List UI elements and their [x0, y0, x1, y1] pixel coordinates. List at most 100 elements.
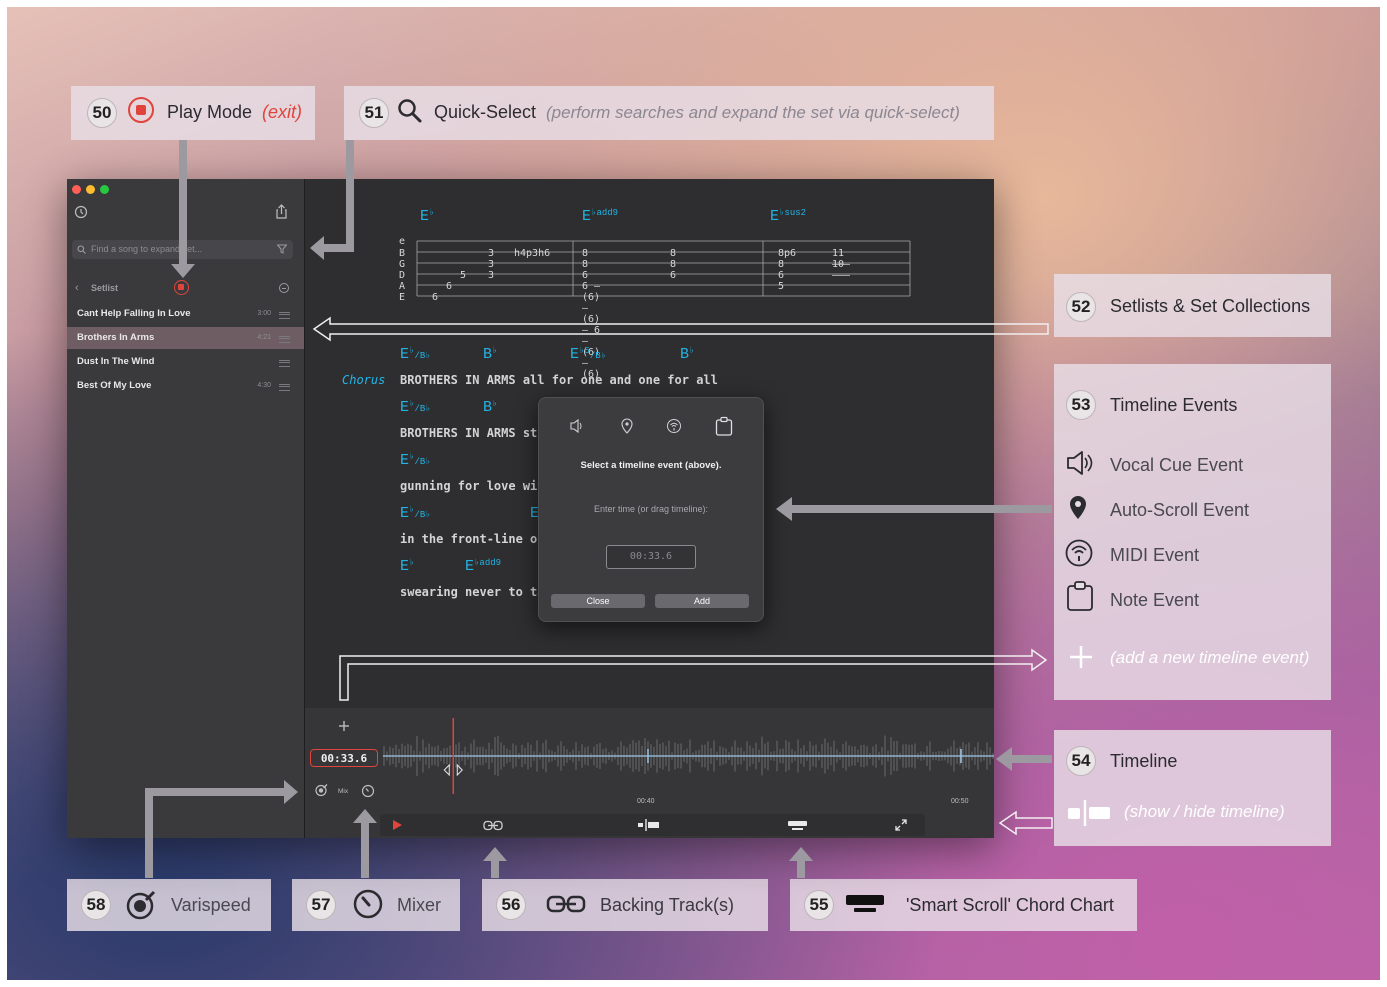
close-button[interactable]: Close — [551, 594, 645, 608]
drag-handle-icon[interactable] — [279, 384, 290, 391]
tab-chord: E♭ — [420, 208, 435, 225]
tab-chord: E♭add9 — [582, 208, 619, 225]
event-label-midi: MIDI Event — [1110, 545, 1200, 565]
mix-label: Mix — [338, 788, 349, 795]
callout-number: 56 — [496, 890, 526, 920]
varispeed-icon[interactable] — [314, 783, 328, 797]
auto-scroll-pin-icon[interactable] — [620, 418, 634, 434]
back-chevron-icon[interactable]: ‹ — [75, 282, 79, 294]
mixer-knob-icon[interactable] — [361, 784, 375, 798]
callout-timeline-events: 53 Timeline Events Vocal Cue Event Auto-… — [1054, 364, 1331, 700]
song-title: Cant Help Falling In Love — [77, 308, 191, 319]
callout-number: 53 — [1066, 390, 1096, 420]
setlist-song-row[interactable]: Best Of My Love 4:30 — [67, 375, 304, 397]
modal-instruction: Select a timeline event (above). — [580, 460, 722, 471]
lyric-line: in the front-line of b — [400, 532, 559, 546]
chord-chart-area[interactable]: E♭ E♭add9 E♭sus2 e B G D A E 3 h4p3h6 3 … — [305, 179, 994, 838]
setlist-song-row[interactable]: Cant Help Falling In Love 3:00 — [67, 303, 304, 325]
tab-chord: E♭sus2 — [770, 208, 807, 225]
add-button[interactable]: Add — [655, 594, 749, 608]
current-time-display[interactable]: 00:33.6 — [310, 749, 378, 767]
setlist-label: Setlist — [91, 283, 119, 293]
setlist-song-row-selected[interactable]: Brothers In Arms 4:21 — [67, 327, 304, 349]
lyric-line: gunning for love with — [400, 479, 552, 493]
zoom-window-button[interactable] — [100, 185, 109, 194]
callout-label: Quick-Select — [434, 102, 537, 122]
drag-handle-icon[interactable] — [279, 360, 290, 367]
bottom-toolbar — [380, 814, 925, 836]
plus-icon — [1070, 646, 1092, 668]
midi-signal-icon — [1065, 539, 1093, 567]
midi-event-icon[interactable] — [666, 418, 682, 434]
event-time-value: 00:33.6 — [629, 551, 673, 562]
string-name: A — [399, 281, 406, 292]
string-name: D — [399, 270, 406, 281]
current-time-value: 00:33.6 — [320, 752, 368, 765]
timeline-toggle-icon — [1068, 800, 1110, 826]
song-title: Best Of My Love — [77, 380, 152, 391]
lyric-line: BROTHERS IN ARMS st — [400, 426, 538, 440]
callout-timeline: 54 Timeline (show / hide timeline) — [1054, 730, 1331, 846]
event-time-field[interactable]: 00:33.6 — [606, 545, 696, 569]
collapse-icon[interactable] — [279, 283, 289, 293]
speaker-icon — [1067, 451, 1093, 475]
callout-note: (show / hide timeline) — [1124, 802, 1285, 821]
lyric-line: BROTHERS IN ARMS all for one and one for… — [400, 373, 718, 387]
callout-label: Varispeed — [171, 895, 251, 915]
callout-number: 50 — [87, 98, 117, 128]
vocal-cue-icon[interactable] — [569, 418, 585, 434]
song-search-field[interactable]: Find a song to expand set... — [72, 240, 293, 259]
add-timeline-event-icon[interactable] — [338, 720, 350, 732]
callout-number: 57 — [306, 890, 336, 920]
setlist-sidebar: Find a song to expand set... ‹ Setlist C… — [67, 179, 305, 838]
callout-note: (exit) — [262, 102, 302, 122]
section-label: Chorus — [342, 373, 386, 387]
lyric-line: swearing never to ta — [400, 585, 545, 599]
app-window: Find a song to expand set... ‹ Setlist C… — [67, 179, 994, 838]
callout-note: (perform searches and expand the set via… — [546, 103, 960, 122]
timeline-panel: 00:33.6 00:40 00:50 Mix — [305, 708, 994, 838]
audio-waveform[interactable] — [383, 718, 994, 798]
string-name: B — [399, 248, 406, 259]
string-name: E — [399, 292, 406, 303]
timeline-mark: 00:40 — [637, 798, 655, 805]
callout-backing-tracks: 56 Backing Track(s) — [482, 879, 768, 931]
search-icon — [77, 245, 86, 254]
callout-label: Timeline Events — [1110, 395, 1238, 415]
callout-label: Play Mode — [167, 102, 253, 122]
song-duration: 4:21 — [257, 334, 271, 341]
drag-handle-icon[interactable] — [279, 336, 290, 343]
backing-track-link-icon[interactable] — [483, 820, 503, 831]
setlist-song-row[interactable]: Dust In The Wind — [67, 351, 304, 373]
event-label-vocal-cue: Vocal Cue Event — [1110, 455, 1244, 475]
callout-mixer: 57 Mixer — [292, 879, 460, 931]
play-mode-record-button[interactable] — [174, 280, 189, 295]
smart-scroll-chart-icon[interactable] — [788, 820, 807, 831]
callout-smart-scroll: 55 'Smart Scroll' Chord Chart — [790, 879, 1137, 931]
map-pin-icon — [1070, 496, 1086, 519]
timeline-toggle-icon[interactable] — [638, 819, 660, 831]
callout-number: 54 — [1066, 746, 1096, 776]
event-label-auto-scroll: Auto-Scroll Event — [1110, 500, 1250, 520]
song-duration: 3:00 — [257, 310, 271, 317]
string-name: e — [399, 236, 406, 247]
drag-handle-icon[interactable] — [279, 312, 290, 319]
callout-setlists: 52 Setlists & Set Collections — [1054, 274, 1331, 337]
expand-icon[interactable] — [895, 819, 907, 831]
close-window-button[interactable] — [72, 185, 81, 194]
callout-quick-select: 51 Quick-Select (perform searches and ex… — [344, 86, 994, 140]
minimize-window-button[interactable] — [86, 185, 95, 194]
share-icon[interactable] — [275, 204, 288, 220]
play-icon[interactable] — [391, 819, 403, 831]
filter-icon[interactable] — [277, 244, 287, 254]
callout-play-mode: 50 Play Mode (exit) — [71, 86, 315, 140]
event-label-note: Note Event — [1110, 590, 1200, 610]
stop-record-icon — [128, 97, 154, 123]
modal-time-label: Enter time (or drag timeline): — [593, 504, 709, 514]
callout-number: 58 — [81, 890, 111, 920]
history-icon[interactable] — [74, 205, 88, 219]
mixer-knob-icon — [353, 889, 383, 919]
note-event-icon[interactable] — [715, 416, 733, 436]
string-name: G — [399, 259, 406, 270]
callout-label: Setlists & Set Collections — [1110, 296, 1311, 316]
